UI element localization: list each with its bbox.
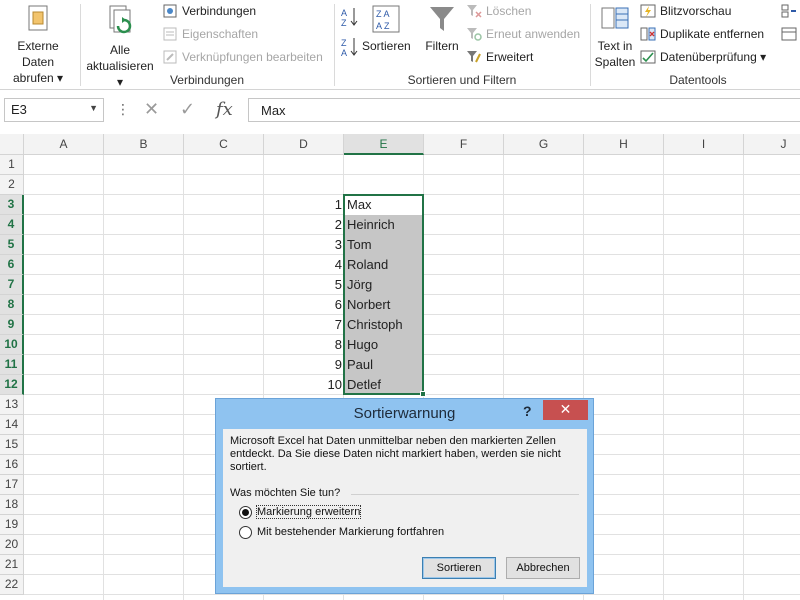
cell-name[interactable]: Detlef [344,375,423,395]
name-box[interactable]: E3 ▼ [4,98,104,122]
row-header[interactable]: 19 [0,515,24,535]
row-header[interactable]: 16 [0,455,24,475]
cell-number[interactable]: 4 [264,255,344,275]
divider [351,494,579,495]
connections-group: Verbindungen [82,0,332,90]
radio-selected-icon[interactable] [239,505,252,519]
row-header[interactable]: 3 [0,195,24,215]
cell-number[interactable]: 3 [264,235,344,255]
cell-number[interactable]: 6 [264,295,344,315]
row-header[interactable]: 9 [0,315,24,335]
row-header[interactable]: 17 [0,475,24,495]
radio-expand-selection[interactable]: Markierung erweitern [239,504,362,520]
more-options-icon[interactable]: ⋮ [116,101,130,118]
row-header[interactable]: 14 [0,415,24,435]
connections-group-label: Verbindungen [169,73,245,87]
row-header[interactable]: 22 [0,575,24,595]
radio-expand-label[interactable]: Markierung erweitern [255,505,362,519]
sort-filter-group: Sortieren und Filtern [336,0,588,90]
column-header-j[interactable]: J [744,134,800,155]
external-data-button[interactable]: Externe Daten abrufen ▾ [0,4,76,86]
cell-name[interactable]: Tom [344,235,423,255]
cell-name[interactable]: Norbert [344,295,423,315]
radio-unselected-icon[interactable] [239,525,252,539]
row-header[interactable]: 2 [0,175,24,195]
row-header[interactable]: 13 [0,395,24,415]
cancel-button[interactable]: Abbrechen [506,557,580,579]
row-header[interactable]: 6 [0,255,24,275]
sort-confirm-button[interactable]: Sortieren [422,557,496,579]
cell-number[interactable]: 9 [264,355,344,375]
more-tools-icon[interactable] [780,3,798,19]
column-header-g[interactable]: G [504,134,584,155]
row-header[interactable]: 12 [0,375,24,395]
column-header-f[interactable]: F [424,134,504,155]
help-icon[interactable]: ? [523,403,532,419]
cell-number[interactable]: 1 [264,195,344,215]
row-header[interactable]: 7 [0,275,24,295]
sort-warning-dialog: Sortierwarnung ? ✕ Microsoft Excel hat D… [215,398,594,594]
dialog-message: Microsoft Excel hat Daten unmittelbar ne… [230,435,561,473]
row-header[interactable]: 5 [0,235,24,255]
row-header[interactable]: 1 [0,155,24,175]
more-tools-icon-2[interactable] [780,26,798,42]
enter-icon[interactable]: ✓ [180,99,195,120]
close-button[interactable]: ✕ [543,400,588,420]
row-header[interactable]: 21 [0,555,24,575]
cancel-icon[interactable]: ✕ [144,99,159,120]
cell-number[interactable]: 7 [264,315,344,335]
dialog-title: Sortierwarnung [353,405,456,422]
formula-bar: E3 ▼ ⋮ ✕ ✓ fx Max [0,96,800,128]
cell-number[interactable]: 8 [264,335,344,355]
row-header[interactable]: 18 [0,495,24,515]
gridline [24,174,800,175]
separator [334,4,335,86]
column-header-h[interactable]: H [584,134,664,155]
column-header-c[interactable]: C [184,134,264,155]
chevron-down-icon[interactable]: ▼ [89,103,98,113]
row-header[interactable]: 15 [0,435,24,455]
cell-name[interactable]: Hugo [344,335,423,355]
column-header-i[interactable]: I [664,134,744,155]
active-cell[interactable]: Max [344,195,423,215]
external-data-icon [28,5,48,31]
radio-continue-label[interactable]: Mit bestehender Markierung fortfahren [257,526,444,538]
cell-name[interactable]: Paul [344,355,423,375]
cell-name[interactable]: Roland [344,255,423,275]
row-header[interactable]: 11 [0,355,24,375]
ribbon: Externe Daten abrufen ▾ Alle aktualisier… [0,0,800,90]
data-tools-group-label: Datentools [669,73,727,87]
insert-function-icon[interactable]: fx [216,99,233,120]
cell-number[interactable]: 2 [264,215,344,235]
row-header[interactable]: 8 [0,295,24,315]
separator [80,4,81,86]
column-header-e[interactable]: E [344,134,424,155]
cell-name[interactable]: Jörg [344,275,423,295]
gridline [24,594,800,595]
cell-number[interactable]: 10 [264,375,344,395]
formula-input[interactable]: Max [248,98,800,122]
column-header-a[interactable]: A [24,134,104,155]
dialog-body: Microsoft Excel hat Daten unmittelbar ne… [223,429,587,587]
cell-name[interactable]: Heinrich [344,215,423,235]
row-header[interactable]: 10 [0,335,24,355]
row-header[interactable]: 4 [0,215,24,235]
select-all-corner[interactable] [0,134,24,155]
external-data-label-2: abrufen ▾ [12,71,64,85]
column-header-b[interactable]: B [104,134,184,155]
cell-number[interactable]: 5 [264,275,344,295]
sort-filter-group-label: Sortieren und Filtern [407,73,517,87]
separator [590,4,591,86]
data-tools-group: Datentools [592,0,800,90]
fill-handle[interactable] [420,391,426,397]
cell-name[interactable]: Christoph [344,315,423,335]
row-header[interactable]: 20 [0,535,24,555]
external-data-label-1: Externe Daten [17,39,59,69]
name-box-value: E3 [11,102,27,117]
column-header-d[interactable]: D [264,134,344,155]
radio-continue-selection[interactable]: Mit bestehender Markierung fortfahren [239,524,444,540]
dialog-question: Was möchten Sie tun? [230,487,341,499]
